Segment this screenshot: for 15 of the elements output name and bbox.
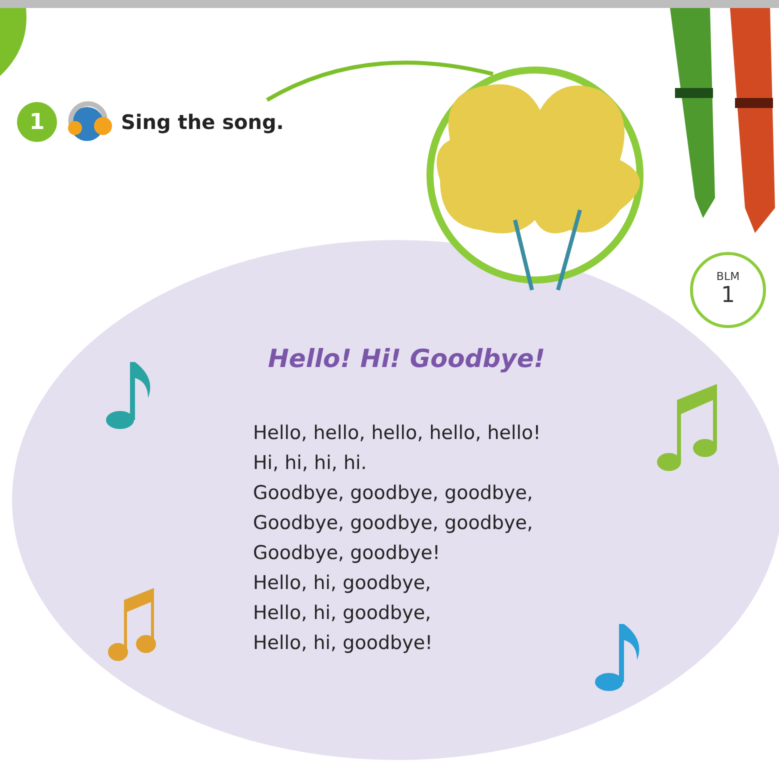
lyric-line: Hello, hi, goodbye,	[253, 601, 432, 626]
step-number: 1	[17, 102, 57, 142]
lyric-line: Hello, hi, goodbye!	[253, 631, 434, 656]
song-title: Hello! Hi! Goodbye!	[268, 343, 546, 375]
lyric-line: Goodbye, goodbye!	[253, 541, 442, 566]
lyric-line: Hi, hi, hi, hi.	[253, 451, 368, 476]
instruction-text: Sing the song.	[121, 109, 284, 136]
badge-number: 1	[721, 282, 735, 310]
lyric-line: Goodbye, goodbye, goodbye,	[253, 511, 534, 536]
badge-label: BLM	[716, 270, 740, 282]
music-notes-icon	[106, 586, 158, 664]
lyric-line: Goodbye, goodbye, goodbye,	[253, 481, 534, 506]
lyric-line: Hello, hi, goodbye,	[253, 571, 432, 596]
lyric-line: Hello, hello, hello, hello, hello!	[253, 421, 541, 446]
headphones-icon	[65, 100, 113, 144]
